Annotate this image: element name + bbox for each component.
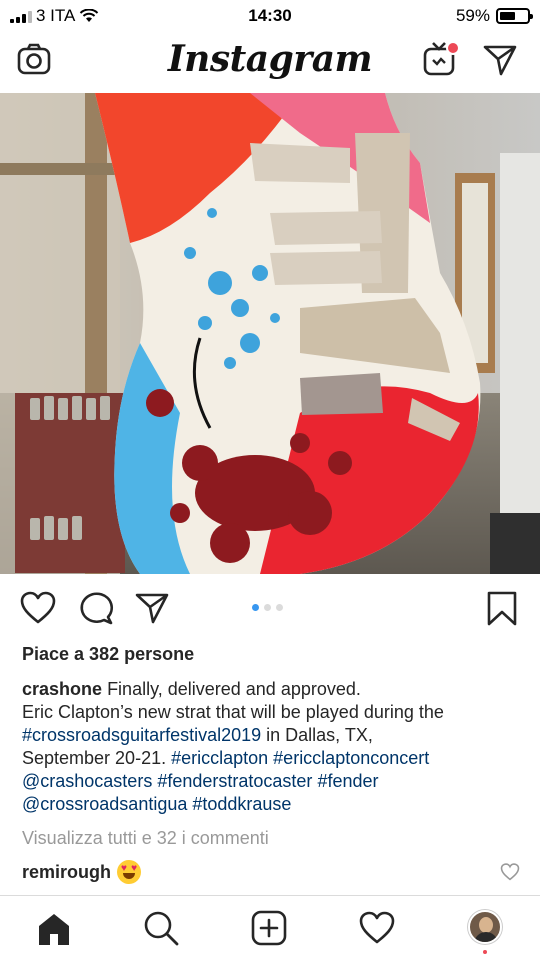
- likes-count[interactable]: Piace a 382 persone: [22, 644, 194, 665]
- profile-notification-dot: [483, 950, 487, 954]
- carousel-dot: [276, 604, 283, 611]
- caption-text: in Dallas, TX,: [261, 725, 373, 745]
- new-post-icon[interactable]: [251, 910, 287, 946]
- mention-link[interactable]: @crashocasters: [22, 771, 152, 791]
- guitar-photo: [0, 93, 540, 574]
- status-bar: 3 ITA 14:30 59%: [0, 0, 540, 32]
- mention-link[interactable]: @crossroadsantigua: [22, 794, 187, 814]
- activity-icon[interactable]: [359, 911, 395, 945]
- caption-username[interactable]: crashone: [22, 679, 102, 699]
- comment-like-icon[interactable]: [500, 863, 520, 881]
- caption-line2: Eric Clapton’s new strat that will be pl…: [22, 702, 444, 722]
- post-actions: [0, 574, 540, 642]
- hashtag-link[interactable]: #ericclaptonconcert: [273, 748, 429, 768]
- search-icon[interactable]: [143, 910, 179, 946]
- share-icon[interactable]: [134, 591, 170, 625]
- comment-icon[interactable]: [78, 591, 114, 625]
- hashtag-link[interactable]: #fenderstratocaster: [157, 771, 312, 791]
- comment-row: remirough: [22, 860, 142, 884]
- bookmark-icon[interactable]: [486, 591, 518, 627]
- view-comments-link[interactable]: Visualizza tutti e 32 i commenti: [22, 828, 269, 849]
- caption-text: September 20-21.: [22, 748, 172, 768]
- bottom-nav: [0, 895, 540, 960]
- caption-line1: Finally, delivered and approved.: [107, 679, 361, 699]
- hashtag-link[interactable]: #fender: [317, 771, 378, 791]
- heart-icon[interactable]: [20, 591, 56, 625]
- carousel-dot: [264, 604, 271, 611]
- battery-level: [500, 12, 516, 20]
- battery-info: 59%: [455, 6, 533, 26]
- battery-icon: [496, 8, 533, 24]
- app-header: Instagram: [0, 32, 540, 92]
- comment-username[interactable]: remirough: [22, 862, 111, 883]
- post-caption: crashone Finally, delivered and approved…: [22, 678, 522, 816]
- notification-dot: [446, 41, 460, 55]
- igtv-icon[interactable]: [422, 40, 460, 78]
- hashtag-link[interactable]: #toddkrause: [192, 794, 291, 814]
- carousel-dot: [252, 604, 259, 611]
- carousel-indicator: [252, 604, 283, 611]
- home-icon[interactable]: [36, 912, 72, 946]
- battery-percent: 59%: [455, 6, 490, 25]
- heart-eyes-emoji: [117, 860, 142, 884]
- hashtag-link[interactable]: #crossroadsguitarfestival2019: [22, 725, 261, 745]
- profile-avatar[interactable]: [468, 910, 502, 944]
- post-photo[interactable]: [0, 93, 540, 574]
- hashtag-link[interactable]: #ericclapton: [171, 748, 268, 768]
- direct-icon[interactable]: [482, 43, 518, 77]
